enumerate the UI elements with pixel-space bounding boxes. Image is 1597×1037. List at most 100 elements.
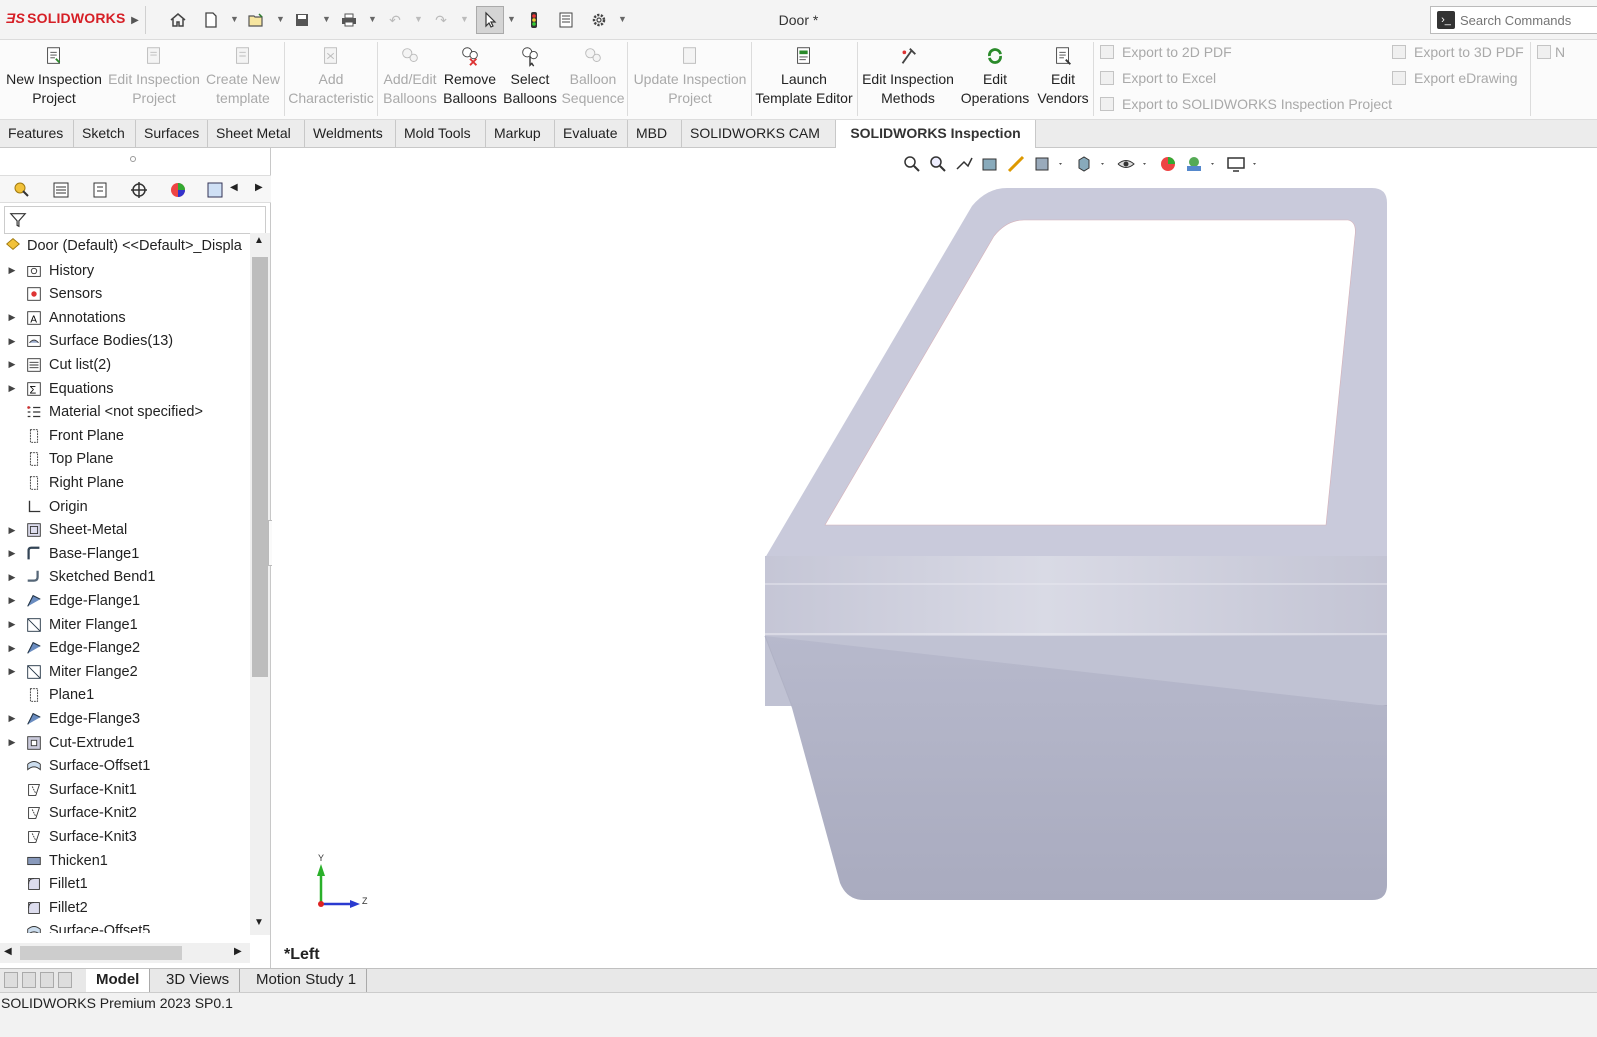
- tree-horizontal-scrollbar[interactable]: ◀ ▶: [0, 943, 250, 963]
- open-dropdown-icon[interactable]: ▼: [276, 14, 285, 24]
- export-inspection-project-item[interactable]: Export to SOLIDWORKS Inspection Project: [1100, 96, 1392, 112]
- tree-item-material-not-specified[interactable]: Material <not specified>: [0, 401, 250, 424]
- expand-arrow-icon[interactable]: ▶: [0, 548, 24, 559]
- tree-item-fillet2[interactable]: Fillet2: [0, 896, 250, 919]
- expand-arrow-icon[interactable]: ▶: [0, 619, 24, 630]
- export-edrawing-item[interactable]: Export eDrawing: [1392, 70, 1518, 86]
- tree-item-surface-offset5[interactable]: Surface-Offset5: [0, 920, 250, 933]
- file-properties-icon[interactable]: [555, 9, 577, 31]
- ribbon-overflow-item[interactable]: N: [1537, 44, 1565, 60]
- new-inspection-project-button[interactable]: New Inspection Project: [4, 44, 104, 114]
- dimxpert-manager-tab-icon[interactable]: [129, 180, 149, 200]
- tree-item-surface-bodies-13[interactable]: ▶ Surface Bodies(13): [0, 330, 250, 353]
- tree-item-sheet-metal[interactable]: ▶ Sheet-Metal: [0, 519, 250, 542]
- tree-item-surface-knit1[interactable]: Surface-Knit1: [0, 778, 250, 801]
- tab-weldments[interactable]: Weldments: [305, 120, 396, 148]
- save-icon[interactable]: [291, 9, 313, 31]
- tab-solidworks-inspection[interactable]: SOLIDWORKS Inspection: [836, 120, 1036, 149]
- door-belt-band[interactable]: [765, 556, 1387, 636]
- panel-scroll-right-icon[interactable]: ▶: [255, 182, 263, 193]
- redo-icon[interactable]: ↷: [430, 9, 452, 31]
- display-manager-tab-icon[interactable]: [168, 180, 188, 200]
- scroll-up-icon[interactable]: ▲: [254, 235, 264, 246]
- tab-markup[interactable]: Markup: [486, 120, 555, 148]
- next-tab-icon[interactable]: [40, 972, 54, 988]
- scroll-left-icon[interactable]: ◀: [4, 946, 12, 957]
- undo-icon[interactable]: ↶: [384, 9, 406, 31]
- expand-arrow-icon[interactable]: ▶: [0, 383, 24, 394]
- print-icon[interactable]: [338, 9, 360, 31]
- tab-surfaces[interactable]: Surfaces: [136, 120, 208, 148]
- balloon-sequence-button[interactable]: Balloon Sequence: [561, 44, 625, 114]
- tab-features[interactable]: Features: [0, 120, 74, 148]
- tree-item-miter-flange2[interactable]: ▶ Miter Flange2: [0, 660, 250, 683]
- add-edit-balloons-button[interactable]: Add/Edit Balloons: [380, 44, 440, 114]
- home-icon[interactable]: [167, 9, 189, 31]
- print-dropdown-icon[interactable]: ▼: [368, 14, 377, 24]
- property-manager-tab-icon[interactable]: [51, 180, 71, 200]
- redo-dropdown-icon[interactable]: ▼: [460, 14, 469, 24]
- tree-item-annotations[interactable]: ▶ A Annotations: [0, 306, 250, 329]
- expand-arrow-icon[interactable]: ▶: [0, 572, 24, 583]
- last-tab-icon[interactable]: [58, 972, 72, 988]
- tree-root-door[interactable]: Door (Default) <<Default>_Displa: [4, 235, 242, 257]
- expand-arrow-icon[interactable]: ▶: [0, 312, 24, 323]
- rebuild-traffic-light-icon[interactable]: [523, 9, 545, 31]
- tree-vertical-scrollbar[interactable]: ▲ ▼: [250, 233, 270, 935]
- save-dropdown-icon[interactable]: ▼: [322, 14, 331, 24]
- tree-item-right-plane[interactable]: Right Plane: [0, 471, 250, 494]
- expand-arrow-icon[interactable]: ▶: [0, 359, 24, 370]
- expand-arrow-icon[interactable]: ▶: [0, 525, 24, 536]
- open-folder-icon[interactable]: [245, 9, 267, 31]
- panel-scroll-left-icon[interactable]: ◀: [230, 182, 238, 193]
- expand-arrow-icon[interactable]: ▶: [0, 713, 24, 724]
- add-characteristic-button[interactable]: Add Characteristic: [287, 44, 375, 114]
- edit-inspection-project-button[interactable]: Edit Inspection Project: [105, 44, 203, 114]
- tree-item-fillet1[interactable]: Fillet1: [0, 873, 250, 896]
- cam-tree-tab-icon[interactable]: [205, 180, 225, 200]
- edit-inspection-methods-button[interactable]: Edit Inspection Methods: [860, 44, 956, 114]
- first-tab-icon[interactable]: [4, 972, 18, 988]
- edit-vendors-button[interactable]: Edit Vendors: [1035, 44, 1091, 114]
- tree-item-top-plane[interactable]: Top Plane: [0, 448, 250, 471]
- tree-item-edge-flange2[interactable]: ▶ Edge-Flange2: [0, 637, 250, 660]
- export-3d-pdf-item[interactable]: Export to 3D PDF: [1392, 44, 1524, 60]
- create-new-template-button[interactable]: Create New template: [204, 44, 282, 114]
- tree-hscroll-thumb[interactable]: [20, 946, 182, 960]
- graphics-viewport[interactable]: Y Z *Left: [272, 148, 1597, 968]
- undo-dropdown-icon[interactable]: ▼: [414, 14, 423, 24]
- expand-arrow-icon[interactable]: ▶: [0, 336, 24, 347]
- panel-grip-icon[interactable]: [130, 156, 136, 162]
- tree-filter-box[interactable]: [4, 206, 266, 234]
- options-gear-icon[interactable]: [588, 9, 610, 31]
- search-commands-input[interactable]: [1460, 12, 1590, 28]
- select-cursor-icon[interactable]: [476, 6, 504, 34]
- expand-arrow-icon[interactable]: ▶: [0, 643, 24, 654]
- remove-balloons-button[interactable]: Remove Balloons: [442, 44, 498, 114]
- expand-arrow-icon[interactable]: ▶: [0, 737, 24, 748]
- tree-item-miter-flange1[interactable]: ▶ Miter Flange1: [0, 613, 250, 636]
- scroll-down-icon[interactable]: ▼: [254, 917, 264, 928]
- tree-item-edge-flange1[interactable]: ▶ Edge-Flange1: [0, 589, 250, 612]
- new-document-icon[interactable]: [200, 9, 222, 31]
- tree-item-base-flange1[interactable]: ▶ Base-Flange1: [0, 542, 250, 565]
- configuration-manager-tab-icon[interactable]: [90, 180, 110, 200]
- tab-sheet-metal[interactable]: Sheet Metal: [208, 120, 305, 148]
- tab-model[interactable]: Model: [86, 969, 151, 993]
- new-dropdown-icon[interactable]: ▼: [230, 14, 239, 24]
- tab-sketch[interactable]: Sketch: [74, 120, 136, 148]
- tree-item-surface-offset1[interactable]: Surface-Offset1: [0, 755, 250, 778]
- tab-motion-study-1[interactable]: Motion Study 1: [246, 969, 368, 993]
- expand-arrow-icon[interactable]: ▶: [0, 595, 24, 606]
- select-balloons-button[interactable]: Select Balloons: [502, 44, 558, 114]
- menu-expand-arrow-icon[interactable]: ▶: [124, 9, 146, 31]
- tree-item-plane1[interactable]: Plane1: [0, 684, 250, 707]
- expand-arrow-icon[interactable]: ▶: [0, 666, 24, 677]
- edit-operations-button[interactable]: Edit Operations: [959, 44, 1031, 114]
- export-2d-pdf-item[interactable]: Export to 2D PDF: [1100, 44, 1232, 60]
- scroll-right-icon[interactable]: ▶: [234, 946, 242, 957]
- tree-item-equations[interactable]: ▶ Σ Equations: [0, 377, 250, 400]
- select-dropdown-icon[interactable]: ▼: [507, 14, 516, 24]
- tree-scroll-thumb[interactable]: [252, 257, 268, 677]
- tree-item-cut-list-2[interactable]: ▶ Cut list(2): [0, 353, 250, 376]
